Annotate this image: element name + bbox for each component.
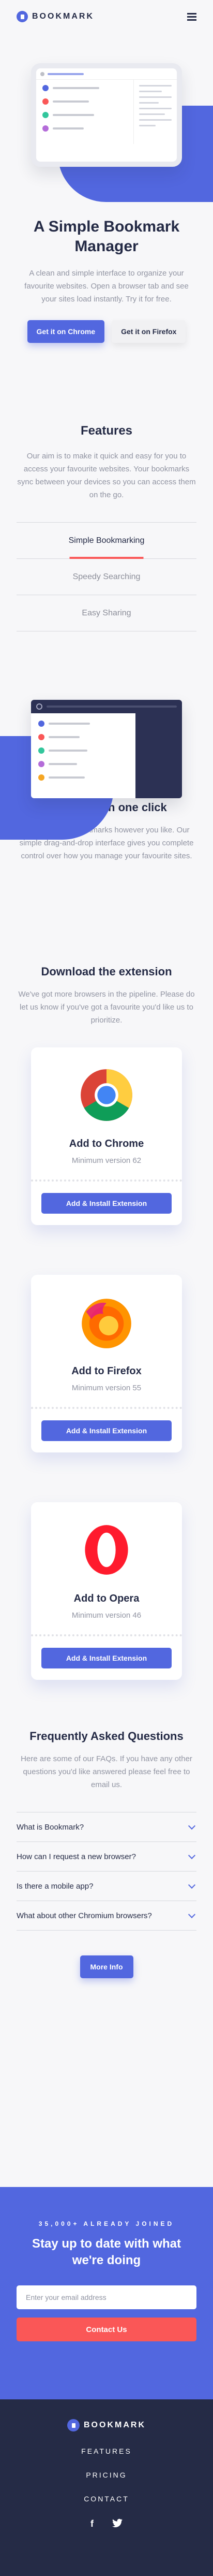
card-min-version: Minimum version 55 <box>71 1384 142 1392</box>
tab-easy-sharing[interactable]: Easy Sharing <box>17 595 196 631</box>
features-text: Our aim is to make it quick and easy for… <box>17 452 196 499</box>
footer: BOOKMARK FEATURES PRICING CONTACT f <box>0 2399 213 2576</box>
features-title: Features <box>80 424 133 438</box>
features-section: Features Our aim is to make it quick and… <box>0 423 213 840</box>
download-section: Download the extension We've got more br… <box>0 965 213 1680</box>
faq-item[interactable]: What is Bookmark? <box>17 1812 196 1842</box>
card-title: Add to Chrome <box>69 1138 144 1149</box>
footer-link-features[interactable]: FEATURES <box>0 2447 213 2455</box>
contact-us-button[interactable]: Contact Us <box>17 2318 196 2341</box>
chevron-down-icon <box>188 1822 196 1830</box>
opera-card: Add to Opera Minimum version 46 Add & In… <box>31 1502 182 1680</box>
footer-link-contact[interactable]: CONTACT <box>0 2495 213 2503</box>
social-links: f <box>0 2519 213 2529</box>
twitter-icon[interactable] <box>112 2519 123 2528</box>
faq-item[interactable]: What about other Chromium browsers? <box>17 1901 196 1931</box>
install-chrome-button[interactable]: Add & Install Extension <box>41 1193 172 1214</box>
joined-count: 35,000+ ALREADY JOINED <box>38 2220 175 2227</box>
feature-illustration <box>0 700 213 840</box>
footer-link-pricing[interactable]: PRICING <box>0 2471 213 2479</box>
opera-logo-icon <box>85 1525 128 1575</box>
install-firefox-button[interactable]: Add & Install Extension <box>41 1420 172 1441</box>
hero-tablet-illustration <box>31 63 182 167</box>
chevron-down-icon <box>188 1851 196 1860</box>
chrome-logo-icon <box>81 1069 132 1121</box>
firefox-card: Add to Firefox Minimum version 55 Add & … <box>31 1275 182 1452</box>
hamburger-menu-icon[interactable] <box>187 12 196 21</box>
get-firefox-button[interactable]: Get it on Firefox <box>112 320 186 343</box>
footer-nav: FEATURES PRICING CONTACT <box>0 2447 213 2503</box>
bookmark-logo-icon <box>17 11 28 22</box>
footer-logo[interactable]: BOOKMARK <box>0 2419 213 2431</box>
download-title: Download the extension <box>41 965 172 978</box>
facebook-icon[interactable]: f <box>90 2519 94 2529</box>
faq-item[interactable]: How can I request a new browser? <box>17 1842 196 1872</box>
newsletter-section: 35,000+ ALREADY JOINED Stay up to date w… <box>0 2187 213 2399</box>
logo-text: BOOKMARK <box>32 12 94 21</box>
faq-item[interactable]: Is there a mobile app? <box>17 1872 196 1901</box>
newsletter-title: Stay up to date with what we're doing <box>32 2237 181 2267</box>
hero-title: A Simple Bookmark Manager <box>33 218 180 255</box>
firefox-logo-icon <box>82 1299 131 1348</box>
feature-tabs: Simple Bookmarking Speedy Searching Easy… <box>17 522 196 631</box>
logo-text: BOOKMARK <box>84 2421 146 2429</box>
card-min-version: Minimum version 62 <box>71 1156 142 1165</box>
more-info-button[interactable]: More Info <box>80 1955 133 1978</box>
email-field[interactable] <box>17 2285 196 2309</box>
chrome-card: Add to Chrome Minimum version 62 Add & I… <box>31 1047 182 1225</box>
tab-speedy-searching[interactable]: Speedy Searching <box>17 559 196 595</box>
faq-section: Frequently Asked Questions Here are some… <box>0 1730 213 1978</box>
faq-text: Here are some of our FAQs. If you have a… <box>21 1754 192 1789</box>
page: BOOKMARK A Simple Bookmark Manager A cle… <box>0 0 213 2576</box>
card-min-version: Minimum version 46 <box>71 1611 142 1620</box>
logo[interactable]: BOOKMARK <box>17 11 94 22</box>
header: BOOKMARK <box>0 0 213 33</box>
hero-text: A clean and simple interface to organize… <box>24 269 189 304</box>
hero-section: A Simple Bookmark Manager A clean and si… <box>0 33 213 423</box>
faq-title: Frequently Asked Questions <box>29 1730 184 1743</box>
install-opera-button[interactable]: Add & Install Extension <box>41 1648 172 1668</box>
card-title: Add to Opera <box>73 1593 140 1604</box>
get-chrome-button[interactable]: Get it on Chrome <box>27 320 105 343</box>
faq-list: What is Bookmark? How can I request a ne… <box>17 1812 196 1931</box>
bookmark-logo-icon <box>67 2419 80 2431</box>
card-title: Add to Firefox <box>71 1365 142 1377</box>
chevron-down-icon <box>188 1881 196 1889</box>
tab-simple-bookmarking[interactable]: Simple Bookmarking <box>17 523 196 559</box>
download-text: We've got more browsers in the pipeline.… <box>18 990 195 1025</box>
chevron-down-icon <box>188 1910 196 1919</box>
